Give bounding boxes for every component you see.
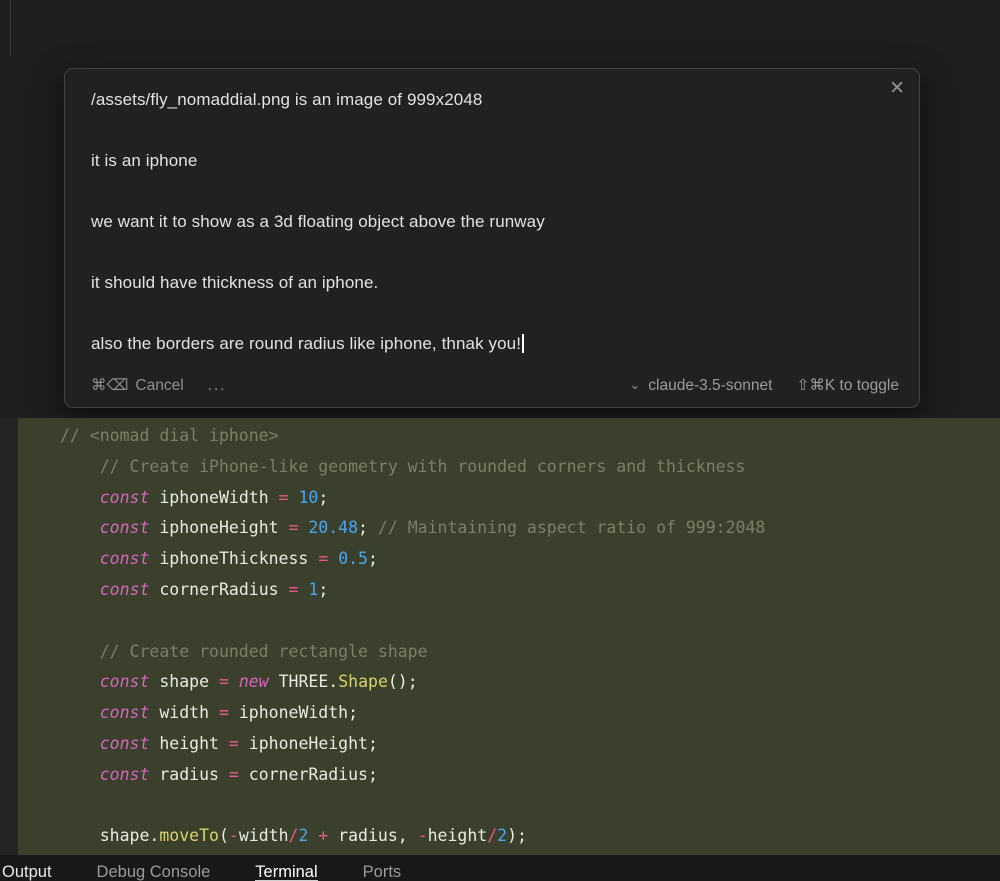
model-name: claude-3.5-sonnet <box>648 376 773 394</box>
prompt-line: also the borders are round radius like i… <box>91 334 522 353</box>
code-line: const height = iphoneHeight; <box>99 733 378 753</box>
dialog-footer: ⌘⌫ Cancel ... ⌄ claude-3.5-sonnet ⇧⌘K to… <box>91 376 899 395</box>
code-line: // Create iPhone-like geometry with roun… <box>60 456 746 476</box>
prompt-line: we want it to show as a 3d floating obje… <box>91 212 545 231</box>
code-lines: // <nomad dial iphone> // Create iPhone-… <box>60 421 765 852</box>
code-line: const iphoneThickness = 0.5; <box>99 549 378 569</box>
code-line: const iphoneWidth = 10; <box>99 487 329 507</box>
cancel-button[interactable]: ⌘⌫ Cancel <box>91 376 184 395</box>
text-cursor <box>522 334 525 353</box>
code-line: // <nomad dial iphone> <box>60 426 279 445</box>
code-line: const width = iphoneWidth; <box>99 703 359 723</box>
panel-tabbar: Output Debug Console Terminal Ports <box>0 855 1000 881</box>
panel-divider <box>10 0 11 56</box>
code-line: shape.moveTo(-width/2 + radius, -height/… <box>60 826 527 846</box>
prompt-line: it is an iphone <box>91 151 198 170</box>
panel-tab-output[interactable]: Output <box>2 863 52 881</box>
panel-tab-debug-console[interactable]: Debug Console <box>97 863 211 881</box>
panel-tab-terminal[interactable]: Terminal <box>255 863 318 881</box>
inline-edit-dialog: ✕ /assets/fly_nomaddial.png is an image … <box>64 68 920 408</box>
cancel-shortcut-icon: ⌘⌫ <box>91 377 129 394</box>
prompt-line: /assets/fly_nomaddial.png is an image of… <box>91 90 483 109</box>
panel-tab-ports[interactable]: Ports <box>363 863 402 881</box>
cancel-label: Cancel <box>135 376 184 394</box>
code-line: const cornerRadius = 1; <box>99 579 329 599</box>
code-line: // Create rounded rectangle shape <box>60 641 428 661</box>
editor-gutter <box>0 418 18 855</box>
code-line: const shape = new THREE.Shape(); <box>99 672 418 692</box>
prompt-line: it should have thickness of an iphone. <box>91 273 379 292</box>
code-line: const radius = cornerRadius; <box>99 764 378 784</box>
code-line: const iphoneHeight = 20.48; // Maintaini… <box>99 518 766 538</box>
model-selector[interactable]: ⌄ claude-3.5-sonnet <box>629 377 772 395</box>
prompt-input[interactable]: /assets/fly_nomaddial.png is an image of… <box>91 90 873 354</box>
chevron-down-icon: ⌄ <box>629 376 641 392</box>
toggle-shortcut-hint: ⇧⌘K to toggle <box>796 377 899 394</box>
editor-background: ✕ /assets/fly_nomaddial.png is an image … <box>0 0 1000 418</box>
close-icon[interactable]: ✕ <box>887 77 907 101</box>
more-options-button[interactable]: ... <box>208 377 227 395</box>
code-editor[interactable]: // <nomad dial iphone> // Create iPhone-… <box>0 418 1000 855</box>
